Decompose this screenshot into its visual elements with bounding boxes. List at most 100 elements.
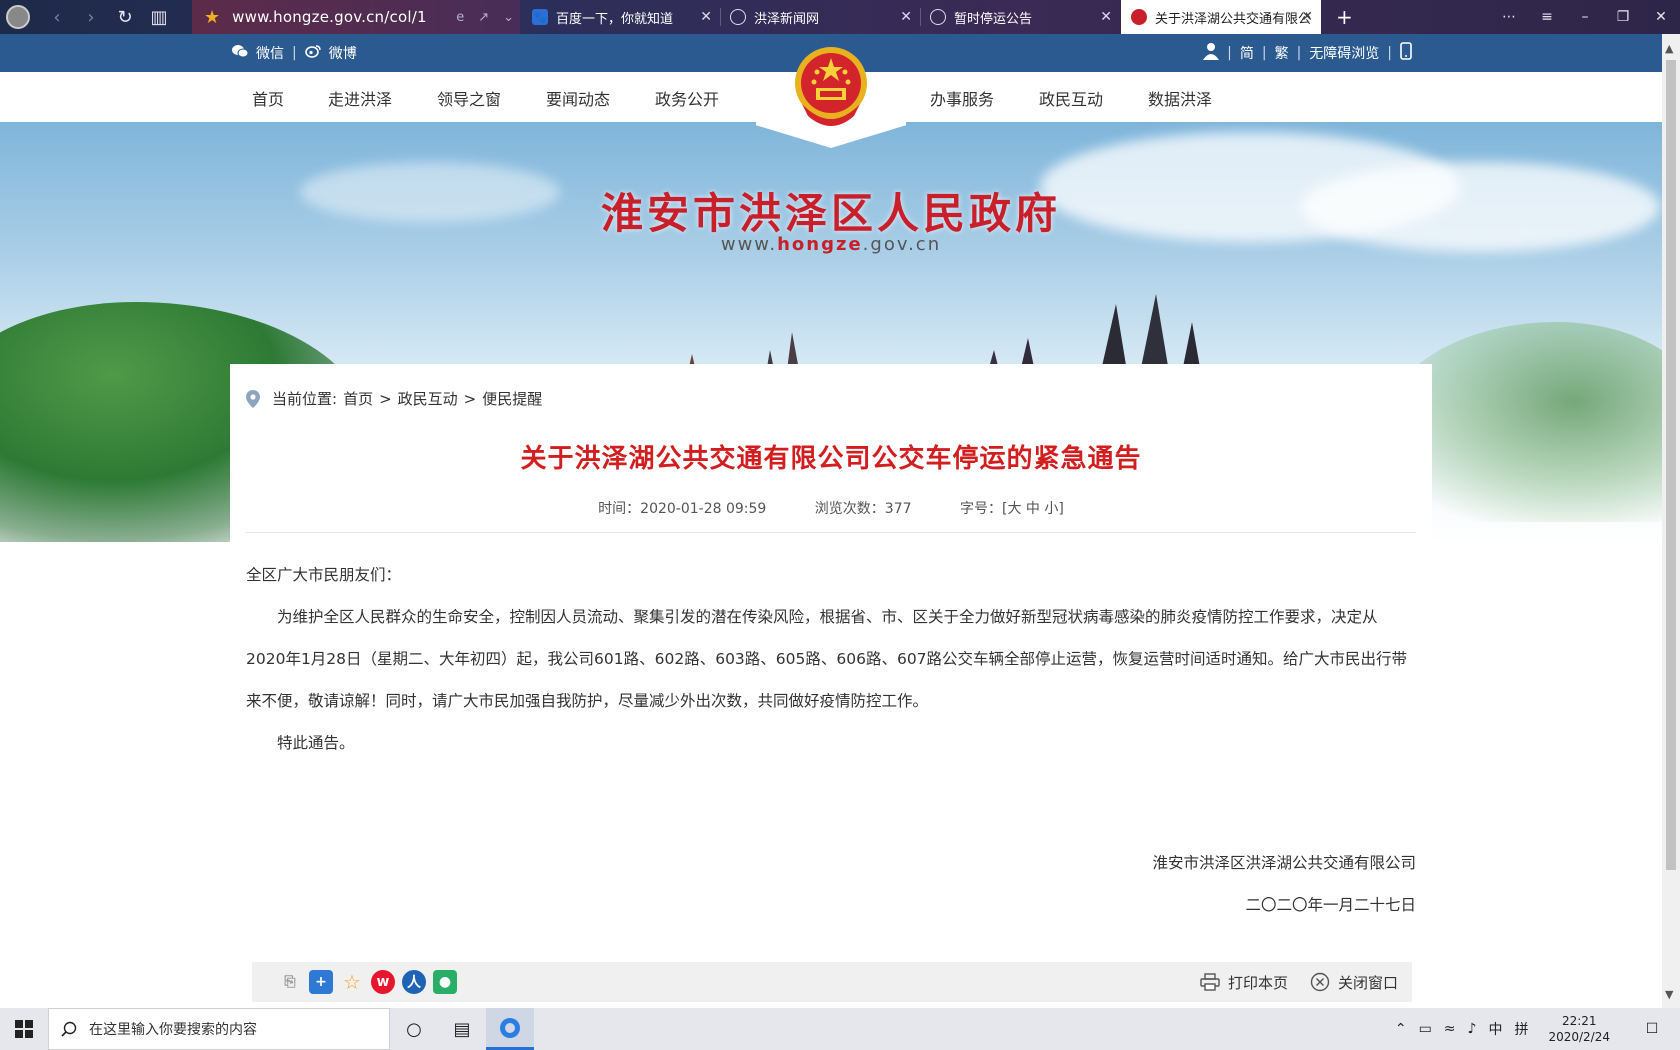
ie-mode-icon[interactable]: e: [456, 10, 464, 25]
article-paragraph: 为维护全区人民群众的生命安全，控制因人员流动、聚集引发的潜在传染风险，根据省、市…: [246, 608, 1408, 710]
accessible-browse-link[interactable]: 无障碍浏览: [1309, 43, 1379, 63]
tab-title: 洪泽新闻网: [754, 11, 820, 27]
share-more-icon[interactable]: +: [309, 970, 333, 994]
article-card: 当前位置: 首页 > 政民互动 > 便民提醒 关于洪泽湖公共交通有限公司公交车停运…: [230, 364, 1432, 1004]
reading-view-icon[interactable]: ▥: [142, 7, 176, 28]
nav-leadership[interactable]: 领导之窗: [437, 86, 501, 110]
tab-title: 暂时停运公告: [954, 11, 1033, 27]
more-icon[interactable]: ⋯: [1490, 9, 1528, 25]
nav-data-hongze[interactable]: 数据洪泽: [1148, 86, 1212, 110]
close-window-button[interactable]: 关闭窗口: [1310, 972, 1398, 993]
forward-icon[interactable]: ›: [74, 7, 108, 28]
minimize-icon[interactable]: –: [1566, 9, 1604, 25]
wechat-share-icon[interactable]: ●: [433, 970, 457, 994]
tab-hongze-news[interactable]: 洪泽新闻网 ✕: [720, 0, 920, 34]
weibo-share-icon[interactable]: w: [371, 970, 395, 994]
location-pin-icon: [246, 389, 260, 408]
nav-government-affairs[interactable]: 政务公开: [655, 86, 719, 110]
share-icon[interactable]: ⎘: [278, 970, 302, 994]
share-link-icon[interactable]: ↗: [478, 10, 489, 25]
site-title: 淮安市洪泽区人民政府: [600, 189, 1061, 238]
breadcrumb-interaction[interactable]: 政民互动: [398, 388, 458, 409]
restore-icon[interactable]: ❐: [1604, 9, 1642, 25]
volume-icon[interactable]: ♪: [1468, 1021, 1477, 1037]
breadcrumb-label: 当前位置:: [272, 390, 338, 408]
article-signature: 淮安市洪泽区洪泽湖公共交通有限公司 二〇二〇年一月二十七日: [1152, 842, 1416, 926]
baidu-icon: 🐾: [532, 9, 548, 25]
globe-icon: [930, 9, 946, 25]
scroll-thumb[interactable]: [1666, 60, 1676, 870]
people-share-icon[interactable]: 人: [402, 970, 426, 994]
breadcrumb-reminders[interactable]: 便民提醒: [482, 388, 542, 409]
window-close-icon[interactable]: ✕: [1642, 9, 1680, 25]
clock[interactable]: 22:21 2020/2/24: [1548, 1013, 1610, 1045]
dropdown-chevron-icon[interactable]: ⌄: [503, 10, 514, 25]
qzone-star-icon[interactable]: ☆: [340, 970, 364, 994]
print-page-button[interactable]: 打印本页: [1200, 972, 1288, 993]
tab-current-article[interactable]: 关于洪泽湖公共交通有限公 ✕: [1121, 0, 1321, 34]
article-title: 关于洪泽湖公共交通有限公司公交车停运的紧急通告: [520, 444, 1142, 474]
font-size-switcher[interactable]: 字号：[大 中 小]: [960, 501, 1064, 517]
ime-pinyin[interactable]: 拼: [1514, 1019, 1528, 1039]
signature-org: 淮安市洪泽区洪泽湖公共交通有限公司: [1152, 854, 1416, 872]
show-hidden-icons[interactable]: ⌃: [1395, 1021, 1407, 1037]
user-icon[interactable]: [1203, 42, 1220, 64]
signature-date: 二〇二〇年一月二十七日: [1245, 896, 1416, 914]
close-icon[interactable]: ✕: [700, 9, 712, 25]
search-icon: [61, 1021, 77, 1037]
scroll-down-icon[interactable]: ▼: [1665, 988, 1673, 1001]
printer-icon: [1200, 973, 1220, 991]
weibo-link[interactable]: 微博: [329, 43, 357, 63]
simplified-chinese-link[interactable]: 简: [1240, 43, 1254, 63]
hub-menu-icon[interactable]: ≡: [1528, 9, 1566, 25]
breadcrumb-separator: >: [463, 389, 477, 408]
wechat-icon: [232, 44, 248, 62]
article-body: 全区广大市民朋友们： 为维护全区人民群众的生命安全，控制因人员流动、聚集引发的潜…: [246, 554, 1416, 764]
task-view-icon[interactable]: ▤: [438, 1008, 486, 1050]
wechat-link[interactable]: 微信: [256, 43, 284, 63]
nav-interaction[interactable]: 政民互动: [1039, 86, 1103, 110]
cortana-icon[interactable]: ○: [390, 1008, 438, 1050]
taskbar-search[interactable]: 在这里输入你要搜索的内容: [48, 1008, 390, 1050]
close-icon[interactable]: ✕: [900, 9, 912, 25]
close-circle-icon: [1310, 972, 1330, 992]
traditional-chinese-link[interactable]: 繁: [1275, 43, 1289, 63]
nav-news[interactable]: 要闻动态: [546, 86, 610, 110]
favorite-star-icon[interactable]: ★: [204, 7, 220, 28]
ime-mode[interactable]: 中: [1488, 1019, 1502, 1039]
nav-about-hongze[interactable]: 走进洪泽: [328, 86, 392, 110]
system-tray: ⌃ ▭ ≈ ♪ 中 拼 22:21 2020/2/24 ☐: [1389, 1008, 1680, 1050]
weibo-icon: [304, 44, 321, 62]
back-icon[interactable]: ‹: [40, 7, 74, 28]
clock-time: 22:21: [1561, 1014, 1597, 1028]
divider: [246, 532, 1416, 533]
windows-logo-icon: [15, 1020, 33, 1038]
notification-icon[interactable]: ☐: [1630, 1021, 1674, 1037]
profile-avatar[interactable]: [6, 5, 30, 29]
close-icon[interactable]: ✕: [1301, 9, 1313, 25]
address-bar[interactable]: ★ www.hongze.gov.cn/col/1 e ↗ ⌄: [192, 0, 520, 34]
nav-services[interactable]: 办事服务: [930, 86, 994, 110]
view-count: 浏览次数：377: [814, 501, 912, 517]
national-emblem-icon[interactable]: [792, 44, 870, 130]
page-scrollbar[interactable]: ▲ ▼: [1662, 34, 1680, 1008]
taskbar-browser-icon[interactable]: [486, 1008, 534, 1050]
tab-baidu[interactable]: 🐾 百度一下，你就知道 ✕: [522, 0, 720, 34]
url-suffix: .gov.cn: [862, 234, 942, 255]
refresh-icon[interactable]: ↻: [108, 7, 142, 28]
nav-home[interactable]: 首页: [252, 86, 284, 110]
start-button[interactable]: [0, 1008, 48, 1050]
article-closing: 特此通告。: [277, 734, 355, 752]
wifi-icon[interactable]: ≈: [1444, 1021, 1456, 1037]
article-meta: 时间：2020-01-28 09:59 浏览次数：377 字号：[大 中 小]: [230, 498, 1432, 518]
battery-icon[interactable]: ▭: [1419, 1021, 1432, 1037]
mobile-icon[interactable]: [1400, 42, 1412, 64]
tab-suspension-notice[interactable]: 暂时停运公告 ✕: [920, 0, 1120, 34]
share-bar: ⎘ + ☆ w 人 ● 打印本页 关闭窗口: [252, 962, 1412, 1002]
breadcrumb-home[interactable]: 首页: [343, 388, 373, 409]
article-greeting: 全区广大市民朋友们：: [246, 566, 402, 584]
scroll-up-icon[interactable]: ▲: [1665, 42, 1673, 55]
url-text[interactable]: www.hongze.gov.cn/col/1: [232, 8, 427, 26]
new-tab-button[interactable]: +: [1326, 0, 1356, 34]
close-icon[interactable]: ✕: [1100, 9, 1112, 25]
